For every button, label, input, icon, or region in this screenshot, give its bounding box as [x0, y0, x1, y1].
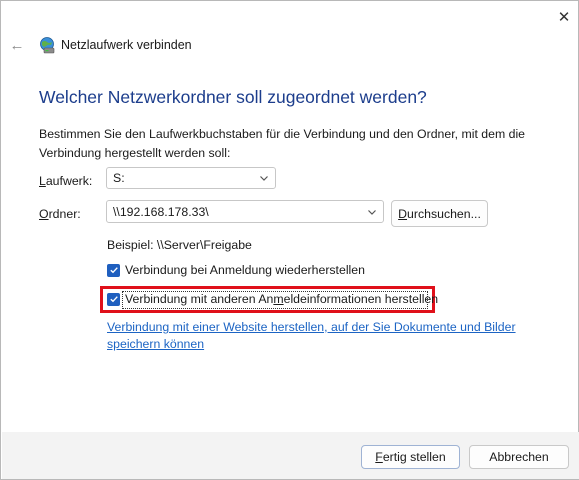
- checkmark-icon: [109, 296, 118, 303]
- credentials-checkbox-row[interactable]: Verbindung mit anderen Anmeldeinformatio…: [107, 292, 438, 306]
- close-button[interactable]: ✕: [550, 3, 578, 31]
- credentials-label-start: Verbindung mit anderen An: [125, 292, 274, 306]
- reconnect-label: Verbindung bei Anmeldung wiederherstelle…: [125, 263, 365, 277]
- drive-letter-select[interactable]: S:: [106, 167, 276, 189]
- dialog-footer: Fertig stellen Abbrechen: [2, 432, 579, 479]
- checkmark-icon: [109, 267, 118, 274]
- map-network-drive-dialog: ✕ ← Netzlaufwerk verbinden Welcher Netzw…: [0, 0, 579, 480]
- drive-label-text: aufwerk:: [45, 174, 93, 188]
- back-button[interactable]: ←: [7, 35, 27, 55]
- network-drive-icon: [40, 37, 55, 54]
- cancel-button[interactable]: Abbrechen: [469, 445, 569, 469]
- credentials-label-end: eldeinformationen herstellen: [283, 292, 439, 306]
- finish-label: ertig stellen: [382, 450, 446, 464]
- cancel-label: Abbrechen: [489, 450, 549, 464]
- reconnect-checkbox[interactable]: [107, 263, 120, 277]
- instructions-text: Bestimmen Sie den Laufwerkbuchstaben für…: [39, 127, 526, 160]
- website-connection-link[interactable]: Verbindung mit einer Website herstellen,…: [107, 319, 557, 353]
- folder-label-hotkey: O: [39, 207, 49, 221]
- example-text: Beispiel: \\Server\Freigabe: [107, 238, 252, 252]
- window-title: Netzlaufwerk verbinden: [61, 38, 192, 52]
- folder-path-combobox[interactable]: \\192.168.178.33\: [106, 200, 384, 223]
- finish-hotkey: F: [375, 450, 383, 464]
- chevron-down-icon: [368, 209, 376, 215]
- drive-label-hotkey: L: [39, 174, 46, 188]
- credentials-label-hotkey: m: [273, 292, 284, 306]
- folder-path-value: \\192.168.178.33\: [113, 204, 209, 219]
- browse-label: urchsuchen...: [407, 206, 481, 221]
- close-icon: ✕: [557, 9, 571, 26]
- page-heading: Welcher Netzwerkordner soll zugeordnet w…: [39, 87, 427, 107]
- folder-label-text: rdner:: [48, 207, 81, 221]
- credentials-checkbox[interactable]: [107, 292, 120, 306]
- finish-button[interactable]: Fertig stellen: [361, 445, 460, 469]
- credentials-label: Verbindung mit anderen Anmeldeinformatio…: [125, 292, 438, 306]
- browse-button[interactable]: Durchsuchen...: [391, 200, 488, 227]
- browse-hotkey: D: [398, 206, 408, 221]
- reconnect-checkbox-row[interactable]: Verbindung bei Anmeldung wiederherstelle…: [107, 263, 365, 277]
- chevron-down-icon: [260, 176, 268, 181]
- drive-label: Laufwerk:: [39, 174, 92, 188]
- folder-label: Ordner:: [39, 207, 81, 221]
- drive-letter-value: S:: [113, 171, 125, 185]
- back-arrow-icon: ←: [9, 36, 25, 54]
